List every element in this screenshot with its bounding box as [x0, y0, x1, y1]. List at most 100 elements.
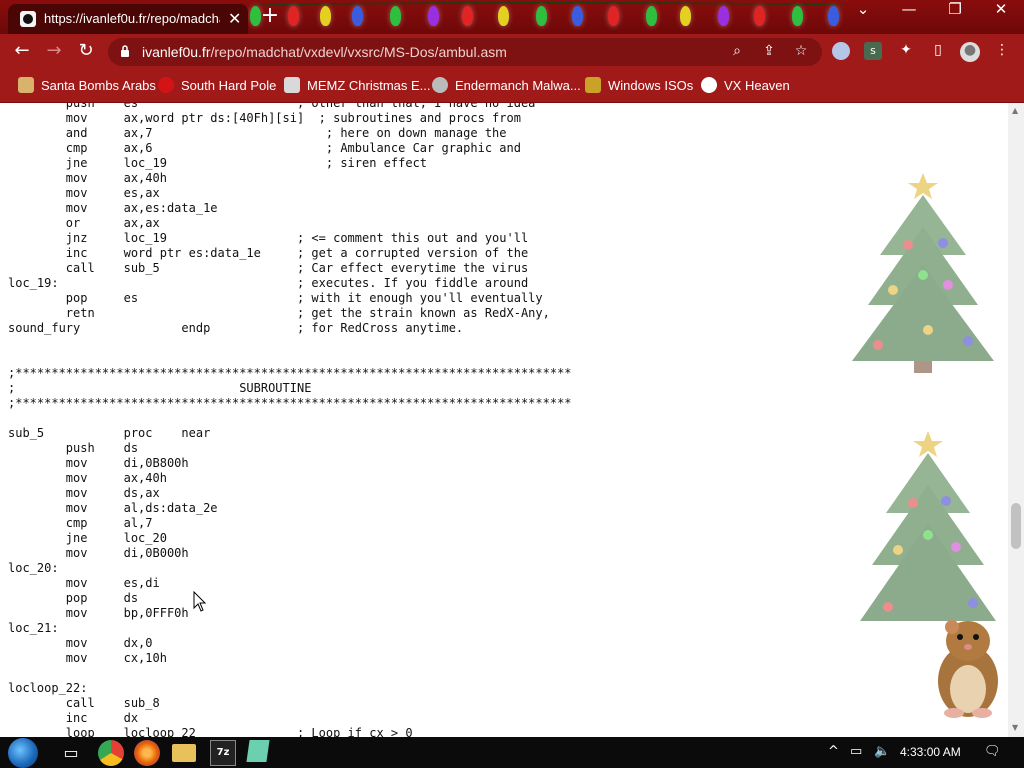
bookmark-item[interactable]: Windows ISOs: [585, 77, 693, 95]
christmas-tree-decoration: [852, 173, 994, 373]
menu-kebab-icon[interactable]: ⋮: [992, 42, 1012, 62]
code-line: jne loc_19 ; siren effect: [8, 156, 428, 170]
code-line: inc dx: [8, 711, 139, 725]
restore-button[interactable]: ❐: [932, 0, 978, 30]
christmas-lights-decoration: [240, 0, 880, 34]
code-line: sub_5 proc near: [8, 426, 211, 440]
bookmark-label: South Hard Pole: [181, 78, 277, 93]
notepad-taskbar-icon[interactable]: [246, 740, 270, 762]
vertical-scrollbar[interactable]: ▲ ▼: [1008, 103, 1024, 737]
bookmark-star-icon[interactable]: ☆: [792, 43, 810, 61]
title-bar: https://ivanlef0u.fr/repo/madcha ✕ + ⌄ —…: [0, 0, 1024, 34]
extensions-puzzle-icon[interactable]: ✦: [896, 42, 916, 62]
code-line: mov es,ax: [8, 186, 160, 200]
volume-icon[interactable]: 🔈: [874, 744, 890, 759]
site-favicon-icon: [20, 11, 36, 27]
bookmarks-bar: Santa Bombs Arabs South Hard Pole MEMZ C…: [0, 70, 1024, 103]
back-arrow-icon[interactable]: ←: [10, 40, 34, 64]
minimize-button[interactable]: —: [886, 0, 932, 30]
chrome-taskbar-icon[interactable]: [98, 740, 124, 766]
bookmark-label: Santa Bombs Arabs: [41, 78, 156, 93]
profile-avatar-icon[interactable]: ●: [960, 42, 980, 62]
code-line: jne loc_20: [8, 531, 167, 545]
scroll-down-arrow-icon[interactable]: ▼: [1012, 723, 1018, 732]
bookmark-favicon-icon: [18, 77, 34, 93]
address-bar[interactable]: ivanlef0u.fr/repo/madchat/vxdevl/vxsrc/M…: [108, 38, 822, 66]
code-line: or ax,ax: [8, 216, 160, 230]
code-line: mov di,0B800h: [8, 456, 189, 470]
clock[interactable]: 4:33:00 AM: [900, 745, 961, 759]
firefox-taskbar-icon[interactable]: [134, 740, 160, 766]
code-line: locloop_22:: [8, 681, 88, 695]
code-line: mov bp,0FFF0h: [8, 606, 189, 620]
url-host: ivanlef0u.fr: [142, 44, 211, 60]
tab-title: https://ivanlef0u.fr/repo/madcha: [44, 11, 220, 26]
code-line: mov al,ds:data_2e: [8, 501, 218, 515]
bookmark-favicon-icon: [158, 77, 174, 93]
start-button-windows-icon[interactable]: [8, 738, 38, 768]
close-window-button[interactable]: ✕: [978, 0, 1024, 30]
side-panel-icon[interactable]: ▯: [928, 42, 948, 62]
code-line: jnz loc_19 ; <= comment this out and you…: [8, 231, 529, 245]
code-line: mov ds,ax: [8, 486, 160, 500]
code-line: pop ds: [8, 591, 139, 605]
bookmark-item[interactable]: Endermanch Malwa...: [432, 77, 581, 95]
bookmark-label: Windows ISOs: [608, 78, 694, 93]
tab-search-chevron-down-icon[interactable]: ⌄: [840, 0, 886, 30]
bookmark-favicon-icon: [701, 77, 717, 93]
asm-source-code: push es ; other than that, I have no ide…: [8, 103, 572, 737]
code-line: ; SUBROUTINE: [8, 381, 312, 395]
7zip-taskbar-icon[interactable]: 7z: [210, 740, 236, 766]
bookmark-favicon-icon: [284, 77, 300, 93]
code-line: loop locloop_22 ; Loop if cx > 0: [8, 726, 413, 737]
bookmark-item[interactable]: VX Heaven: [701, 77, 790, 95]
bookmark-item[interactable]: MEMZ Christmas E...: [284, 77, 431, 95]
browser-tab[interactable]: https://ivanlef0u.fr/repo/madcha ✕: [8, 4, 248, 34]
notifications-icon[interactable]: 🗨: [984, 744, 1001, 759]
file-explorer-icon[interactable]: [172, 744, 196, 762]
code-line: push ds: [8, 441, 139, 455]
task-view-icon[interactable]: ▭: [58, 740, 84, 766]
code-line: inc word ptr es:data_1e ; get a corrupte…: [8, 246, 529, 260]
extension-s-icon[interactable]: s: [864, 42, 882, 60]
code-line: loc_21:: [8, 621, 59, 635]
code-line: ;***************************************…: [8, 396, 572, 410]
hamster-desktop-pet-icon[interactable]: [924, 615, 1008, 719]
code-line: and ax,7 ; here on down manage the: [8, 126, 507, 140]
code-line: cmp ax,6 ; Ambulance Car graphic and: [8, 141, 521, 155]
code-line: cmp al,7: [8, 516, 153, 530]
christmas-tree-decoration: [860, 431, 996, 621]
url-path: /repo/madchat/vxdevl/vxsrc/MS-Dos/ambul.…: [210, 44, 507, 60]
code-line: mov ax,40h: [8, 471, 167, 485]
show-hidden-icons-chevron-up-icon[interactable]: ^: [828, 744, 839, 759]
code-line: retn ; get the strain known as RedX-Any,: [8, 306, 550, 320]
bookmark-item[interactable]: South Hard Pole: [158, 77, 276, 95]
code-line: push es ; other than that, I have no ide…: [8, 103, 536, 110]
scroll-up-arrow-icon[interactable]: ▲: [1012, 106, 1018, 115]
code-line: mov ax,40h: [8, 171, 167, 185]
zoom-search-icon[interactable]: ⌕: [728, 43, 746, 61]
share-icon[interactable]: ⇪: [760, 43, 778, 61]
tab-close-icon[interactable]: ✕: [228, 9, 241, 28]
page-content: push es ; other than that, I have no ide…: [0, 103, 1008, 737]
code-line: call sub_8: [8, 696, 160, 710]
new-tab-button[interactable]: +: [258, 4, 282, 28]
code-line: mov cx,10h: [8, 651, 167, 665]
url-text: ivanlef0u.fr/repo/madchat/vxdevl/vxsrc/M…: [142, 44, 507, 60]
bookmark-item[interactable]: Santa Bombs Arabs: [18, 77, 156, 95]
code-line: sound_fury endp ; for RedCross anytime.: [8, 321, 464, 335]
lock-icon: [121, 45, 129, 57]
code-line: mov dx,0: [8, 636, 153, 650]
code-line: mov di,0B000h: [8, 546, 189, 560]
reload-icon[interactable]: ↻: [74, 40, 98, 64]
mouse-cursor-icon: [193, 591, 207, 612]
code-line: loc_20:: [8, 561, 59, 575]
code-line: ;***************************************…: [8, 366, 572, 380]
bookmark-label: VX Heaven: [724, 78, 790, 93]
network-icon[interactable]: ▭: [850, 744, 862, 759]
forward-arrow-icon[interactable]: →: [42, 40, 66, 64]
bookmark-favicon-icon: [432, 77, 448, 93]
code-line: loc_19: ; executes. If you fiddle around: [8, 276, 529, 290]
extension-flag-icon[interactable]: [832, 42, 850, 60]
scrollbar-thumb[interactable]: [1011, 503, 1021, 549]
